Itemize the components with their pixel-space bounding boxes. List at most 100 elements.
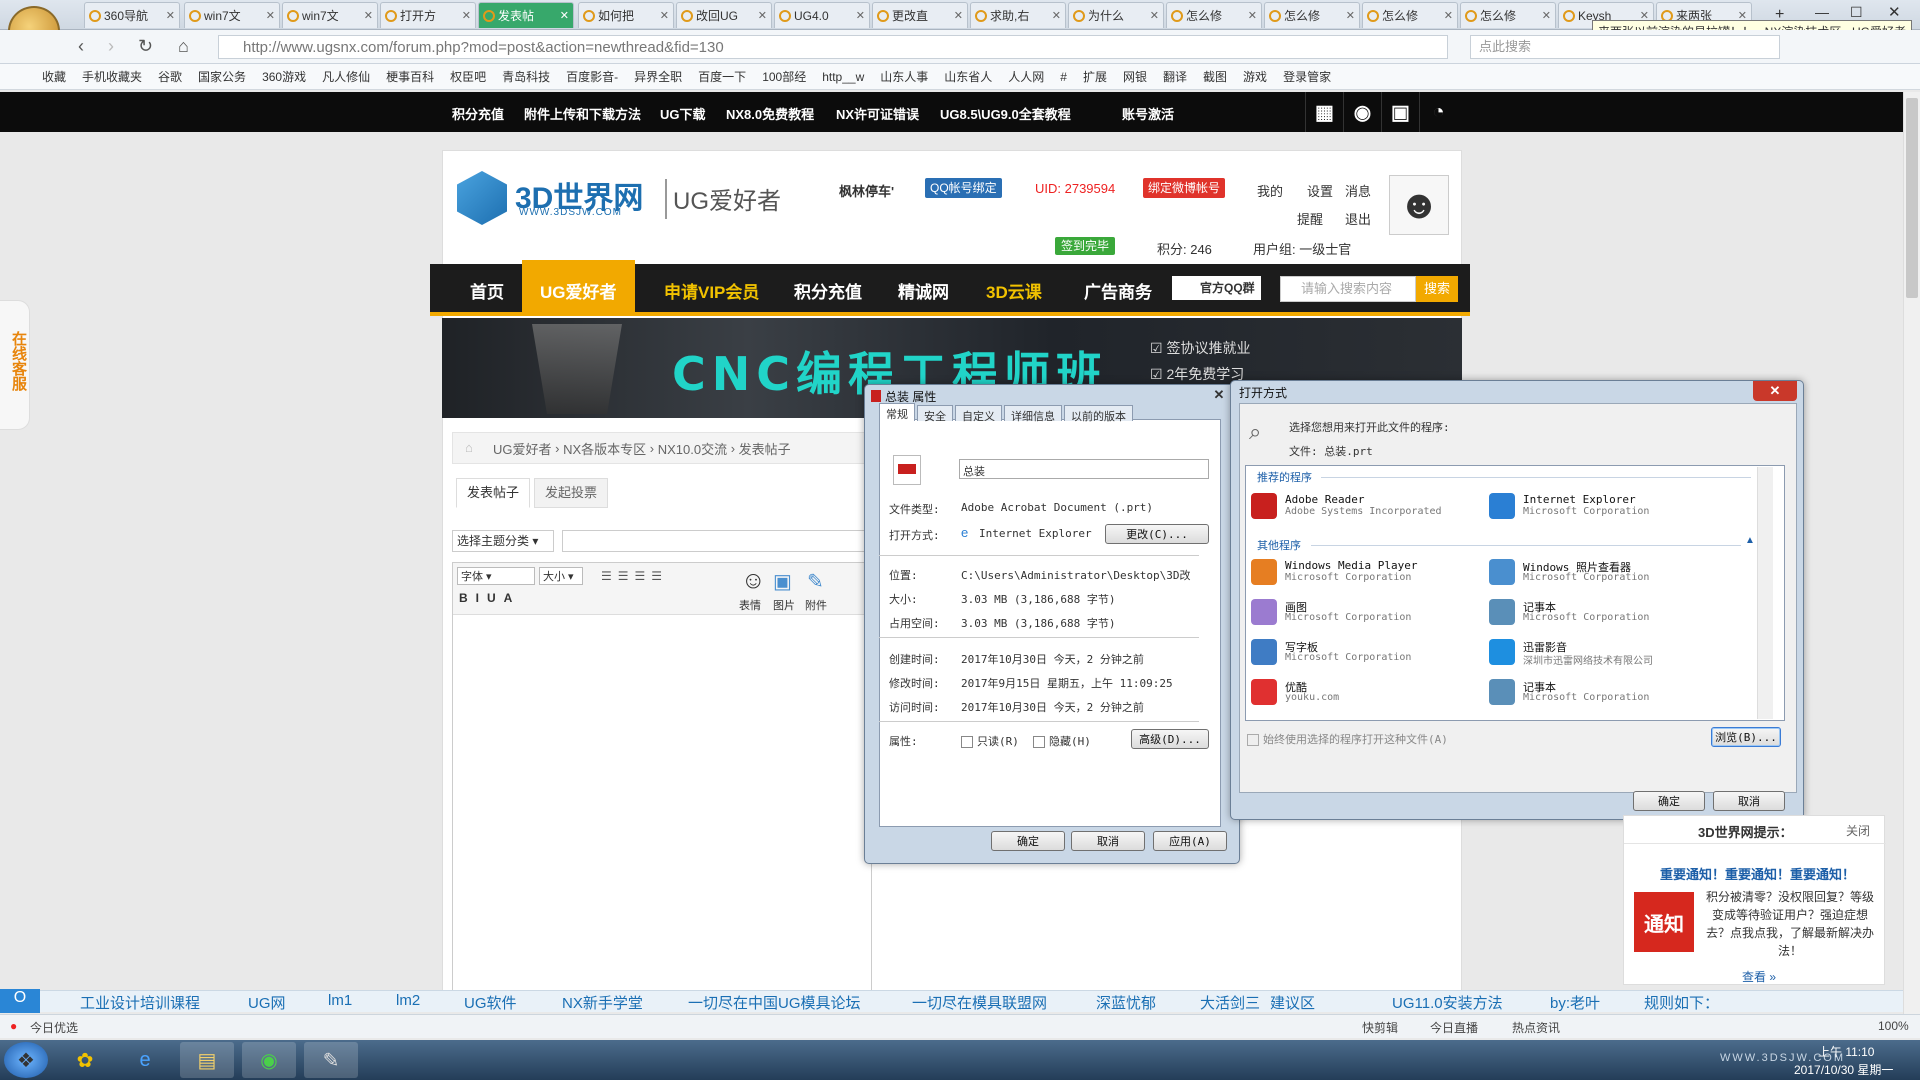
topic-select[interactable]: 选择主题分类 ▾ — [452, 530, 554, 552]
tab-close-icon[interactable]: ✕ — [462, 9, 471, 22]
program-item[interactable]: Windows 照片查看器 Microsoft Corporation — [1489, 557, 1709, 593]
bottom-link[interactable]: 一切尽在中国UG模具论坛 — [688, 992, 861, 1013]
bookmark-item[interactable]: 百度一下 — [698, 68, 746, 85]
program-item[interactable]: 迅雷影音 深圳市迅雷网络技术有限公司 — [1489, 637, 1709, 673]
menu-settings[interactable]: 设置 — [1307, 181, 1333, 200]
bottom-link[interactable]: UG11.0安装方法 — [1392, 992, 1503, 1013]
nav-home[interactable]: 首页 — [470, 278, 504, 303]
emoji-label[interactable]: 表情 — [739, 597, 761, 613]
notice-more-link[interactable]: 查看 » — [1742, 968, 1776, 985]
collapse-icon[interactable]: ▲ — [1745, 535, 1755, 546]
program-item[interactable]: 记事本 Microsoft Corporation — [1489, 677, 1709, 713]
notice-title[interactable]: 重要通知！重要通知！重要通知！ — [1660, 864, 1855, 883]
bottom-link[interactable]: lm2 — [396, 992, 420, 1009]
cancel-button[interactable]: 取消 — [1071, 831, 1145, 851]
browser-tab[interactable]: 改回UG ✕ — [676, 2, 772, 28]
browser-tab[interactable]: UG4.0 ✕ — [774, 2, 870, 28]
nav-recharge[interactable]: 积分充值 — [794, 278, 862, 303]
status-item-2[interactable]: 今日直播 — [1430, 1019, 1478, 1036]
ok-button[interactable]: 确定 — [991, 831, 1065, 851]
post-editor[interactable]: 字体 ▾ 大小 ▾ BIUA ☰☰☰☰ ☺ 表情 ▣ 图片 ✎ 附件 — [452, 562, 873, 992]
ok-button[interactable]: 确定 — [1633, 791, 1705, 811]
image-icon[interactable]: ▣ — [773, 569, 792, 594]
bottom-link[interactable]: 规则如下： — [1644, 992, 1719, 1013]
align-buttons[interactable]: ☰☰☰☰ — [601, 569, 668, 583]
site-logo-icon[interactable] — [457, 171, 507, 225]
weibo-bind-button[interactable]: 绑定微博帐号 — [1143, 178, 1226, 198]
bookmark-item[interactable]: 青岛科技 — [502, 68, 550, 85]
bookmark-item[interactable]: 截图 — [1203, 68, 1227, 85]
change-button[interactable]: 更改(C)... — [1105, 524, 1209, 544]
file-name-input[interactable]: 总装 — [959, 459, 1209, 479]
back-icon[interactable]: ‹ — [78, 36, 84, 57]
size-select[interactable]: 大小 ▾ — [539, 567, 583, 585]
menu-logout[interactable]: 退出 — [1345, 209, 1371, 228]
tab-close-icon[interactable]: ✕ — [266, 9, 275, 22]
image-label[interactable]: 图片 — [773, 597, 795, 613]
bookmark-item[interactable]: 游戏 — [1243, 68, 1267, 85]
menu-my[interactable]: 我的 — [1257, 181, 1283, 200]
site-top-link[interactable]: UG下载 — [660, 104, 706, 123]
qr-code-icon[interactable]: ▦ — [1305, 92, 1343, 132]
clock-date[interactable]: 2017/10/30 星期一 — [1794, 1061, 1893, 1078]
browser-tab[interactable]: 更改直 ✕ — [872, 2, 968, 28]
taskbar-app-1-icon[interactable]: ✿ — [58, 1042, 112, 1078]
attach-icon[interactable]: ✎ — [807, 569, 824, 594]
bottom-link[interactable]: UG软件 — [464, 992, 517, 1013]
maximize-icon[interactable]: ☐ — [1850, 4, 1863, 21]
page-scrollbar[interactable] — [1903, 92, 1920, 1014]
site-top-link[interactable]: 积分充值 — [452, 104, 504, 123]
home-icon[interactable]: ⌂ — [465, 440, 473, 455]
close-window-icon[interactable]: ✕ — [1888, 3, 1901, 21]
tab-close-icon[interactable]: ✕ — [856, 9, 865, 22]
taskbar-explorer-icon[interactable]: ▤ — [180, 1042, 234, 1078]
bookmark-item[interactable]: 360游戏 — [262, 68, 306, 85]
properties-tab[interactable]: 自定义 — [955, 405, 1002, 423]
nav-ads[interactable]: 广告商务 — [1084, 278, 1152, 303]
forward-icon[interactable]: › — [108, 36, 114, 57]
program-item[interactable]: 优酷 youku.com — [1251, 677, 1471, 713]
notice-close-button[interactable]: 关闭 — [1846, 822, 1870, 839]
tab-new-poll[interactable]: 发起投票 — [534, 478, 609, 508]
crumb-2[interactable]: NX各版本专区 — [563, 439, 646, 458]
username-link[interactable]: 枫林停车' — [839, 181, 894, 200]
properties-tab[interactable]: 常规 — [879, 403, 915, 421]
program-item[interactable]: 写字板 Microsoft Corporation — [1251, 637, 1471, 673]
user-group-label[interactable]: 用户组: 一级士官 — [1253, 239, 1351, 258]
bookmark-item[interactable]: 百度影音- — [566, 68, 618, 85]
browser-tab[interactable]: win7文 ✕ — [282, 2, 378, 28]
browser-tab[interactable]: 如何把 ✕ — [578, 2, 674, 28]
browser-tab[interactable]: 打开方 ✕ — [380, 2, 476, 28]
bookmark-item[interactable]: 山东人事 — [880, 68, 928, 85]
bookmark-item[interactable]: 谷歌 — [158, 68, 182, 85]
browser-tab[interactable]: 怎么修 ✕ — [1362, 2, 1458, 28]
bottom-link[interactable]: by:老叶 — [1550, 992, 1600, 1013]
browser-tab[interactable]: 怎么修 ✕ — [1264, 2, 1360, 28]
crumb-3[interactable]: NX10.0交流 — [658, 439, 727, 458]
advanced-button[interactable]: 高级(D)... — [1131, 729, 1209, 749]
program-item[interactable]: 画图 Microsoft Corporation — [1251, 597, 1471, 633]
bottom-link[interactable]: lm1 — [328, 992, 352, 1009]
qq-group-button[interactable]: 官方QQ群 — [1172, 276, 1261, 300]
bottom-link[interactable]: UG网 — [248, 992, 286, 1013]
properties-close-icon[interactable]: ✕ — [1207, 385, 1231, 405]
bookmark-item[interactable]: 山东省人 — [944, 68, 992, 85]
cancel-button[interactable]: 取消 — [1713, 791, 1785, 811]
zoom-level[interactable]: 100% — [1878, 1019, 1909, 1033]
browser-tab[interactable]: 怎么修 ✕ — [1166, 2, 1262, 28]
hidden-checkbox[interactable]: 隐藏(H) — [1033, 733, 1091, 749]
bookmark-item[interactable]: 翻译 — [1163, 68, 1187, 85]
site-top-link[interactable]: 账号激活 — [1122, 104, 1174, 123]
site-search-button[interactable]: 搜索 — [1416, 276, 1458, 302]
nav-3dcloud[interactable]: 3D云课 — [986, 278, 1042, 303]
taskbar-paint-icon[interactable]: ✎ — [304, 1042, 358, 1078]
site-top-link[interactable]: UG8.5\UG9.0全套教程 — [940, 104, 1071, 123]
nav-ug[interactable]: UG爱好者 — [522, 260, 635, 316]
signed-badge[interactable]: 签到完毕 — [1055, 237, 1116, 255]
tab-close-icon[interactable]: ✕ — [560, 9, 569, 22]
online-service-tab[interactable]: 在线客服 — [0, 300, 30, 430]
always-use-checkbox[interactable]: 始终使用选择的程序打开这种文件(A) — [1247, 731, 1448, 747]
bookmark-item[interactable]: 100部经 — [762, 68, 806, 85]
tab-new-post[interactable]: 发表帖子 — [456, 478, 531, 508]
bookmark-item[interactable]: 凡人修仙 — [322, 68, 370, 85]
